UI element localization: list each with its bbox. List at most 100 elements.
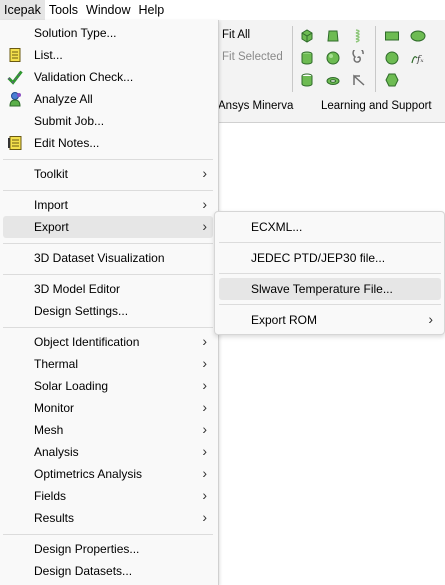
menu-item-fields[interactable]: Fields › bbox=[3, 485, 213, 507]
menu-item-object-identification[interactable]: Object Identification › bbox=[3, 331, 213, 353]
menu-item-solution-type[interactable]: Solution Type... bbox=[3, 22, 213, 44]
menu-item-label: Export bbox=[34, 220, 69, 234]
menu-item-optimetrics-analysis[interactable]: Optimetrics Analysis › bbox=[3, 463, 213, 485]
ribbon-group-learning[interactable]: Learning and Support bbox=[321, 100, 432, 112]
menu-window[interactable]: Window bbox=[82, 0, 134, 20]
menu-item-3d-model-editor[interactable]: 3D Model Editor bbox=[3, 278, 213, 300]
menu-tools[interactable]: Tools bbox=[45, 0, 82, 20]
cone-icon[interactable] bbox=[325, 28, 341, 44]
fit-selected-button[interactable]: Fit Selected bbox=[222, 51, 283, 63]
submenu-separator bbox=[219, 304, 441, 305]
menu-icepak[interactable]: Icepak bbox=[0, 0, 45, 20]
menu-item-analyze-all[interactable]: Analyze All bbox=[3, 88, 213, 110]
menu-item-label: Thermal bbox=[34, 357, 79, 371]
notes-icon bbox=[8, 136, 22, 150]
chevron-right-icon: › bbox=[202, 377, 207, 393]
menu-item-submit-job[interactable]: Submit Job... bbox=[3, 110, 213, 132]
submenu-item-label: JEDEC PTD/JEP30 file... bbox=[251, 251, 386, 265]
menu-item-list[interactable]: List... bbox=[3, 44, 213, 66]
spiral-icon[interactable] bbox=[351, 50, 367, 66]
submenu-item-label: Export ROM bbox=[251, 313, 318, 327]
chevron-right-icon: › bbox=[202, 465, 207, 481]
hollow-cylinder-icon[interactable] bbox=[299, 72, 315, 88]
menu-help[interactable]: Help bbox=[135, 0, 169, 20]
analyze-all-icon bbox=[9, 92, 21, 107]
chevron-right-icon: › bbox=[202, 196, 207, 212]
menu-item-label: Solution Type... bbox=[34, 26, 117, 40]
menu-item-export[interactable]: Export › bbox=[3, 216, 213, 238]
menu-separator bbox=[3, 243, 213, 244]
submenu-item-label: Slwave Temperature File... bbox=[251, 282, 393, 296]
menu-separator bbox=[3, 327, 213, 328]
menu-item-design-datasets[interactable]: Design Datasets... bbox=[3, 560, 213, 582]
menu-item-label: Design Datasets... bbox=[34, 564, 133, 578]
chevron-right-icon: › bbox=[428, 311, 433, 327]
menu-item-label: Toolkit bbox=[34, 167, 69, 181]
svg-text:fₓ: fₓ bbox=[416, 55, 424, 65]
helix-icon[interactable] bbox=[351, 28, 367, 44]
sphere-icon[interactable] bbox=[325, 50, 341, 66]
menu-separator bbox=[3, 190, 213, 191]
circle-icon[interactable] bbox=[384, 50, 400, 66]
list-icon bbox=[9, 48, 21, 62]
chevron-right-icon: › bbox=[202, 399, 207, 415]
menu-item-monitor[interactable]: Monitor › bbox=[3, 397, 213, 419]
menu-item-results[interactable]: Results › bbox=[3, 507, 213, 529]
menu-item-toolkit[interactable]: Toolkit › bbox=[3, 163, 213, 185]
torus-icon[interactable] bbox=[325, 72, 341, 88]
menu-item-label: 3D Model Editor bbox=[34, 282, 121, 296]
menu-item-label: Results bbox=[34, 511, 75, 525]
menu-separator bbox=[3, 274, 213, 275]
menu-item-label: Analyze All bbox=[34, 92, 93, 106]
menu-item-label: Design Properties... bbox=[34, 542, 140, 556]
menu-item-label: Import bbox=[34, 198, 69, 212]
equation-curve-icon[interactable]: fₓ bbox=[410, 50, 426, 66]
box-icon[interactable] bbox=[299, 28, 315, 44]
cylinder-icon[interactable] bbox=[299, 50, 315, 66]
submenu-separator bbox=[219, 242, 441, 243]
menu-item-design-properties[interactable]: Design Properties... bbox=[3, 538, 213, 560]
menu-item-label: Monitor bbox=[34, 401, 75, 415]
menu-separator bbox=[3, 534, 213, 535]
menu-item-design-settings[interactable]: Design Settings... bbox=[3, 300, 213, 322]
chevron-right-icon: › bbox=[202, 421, 207, 437]
polygon-icon[interactable] bbox=[384, 72, 400, 88]
submenu-item-ecxml[interactable]: ECXML... bbox=[219, 216, 441, 238]
ribbon-group-minerva[interactable]: Ansys Minerva bbox=[218, 100, 293, 112]
icepak-menu: Solution Type... List... Validation Chec… bbox=[0, 20, 219, 585]
menu-item-label: Fields bbox=[34, 489, 67, 503]
chevron-right-icon: › bbox=[202, 333, 207, 349]
menu-item-thermal[interactable]: Thermal › bbox=[3, 353, 213, 375]
menu-separator bbox=[3, 159, 213, 160]
export-submenu: ECXML... JEDEC PTD/JEP30 file... Slwave … bbox=[214, 211, 445, 335]
bondwire-icon[interactable] bbox=[351, 72, 367, 88]
submenu-item-slwave-temperature-file[interactable]: Slwave Temperature File... bbox=[219, 278, 441, 300]
ellipse-icon[interactable] bbox=[410, 28, 426, 44]
chevron-right-icon: › bbox=[202, 487, 207, 503]
menu-item-validation-check[interactable]: Validation Check... bbox=[3, 66, 213, 88]
menu-item-edit-notes[interactable]: Edit Notes... bbox=[3, 132, 213, 154]
ribbon-separator bbox=[375, 26, 376, 92]
menu-item-label: Edit Notes... bbox=[34, 136, 100, 150]
submenu-item-export-rom[interactable]: Export ROM › bbox=[219, 309, 441, 331]
menu-item-mesh[interactable]: Mesh › bbox=[3, 419, 213, 441]
chevron-right-icon: › bbox=[202, 218, 207, 234]
submenu-item-jedec-ptd[interactable]: JEDEC PTD/JEP30 file... bbox=[219, 247, 441, 269]
chevron-right-icon: › bbox=[202, 355, 207, 371]
menu-item-import[interactable]: Import › bbox=[3, 194, 213, 216]
rectangle-icon[interactable] bbox=[384, 28, 400, 44]
chevron-right-icon: › bbox=[202, 509, 207, 525]
menu-item-label: Analysis bbox=[34, 445, 79, 459]
checkmark-icon bbox=[7, 70, 23, 85]
menu-item-label: Solar Loading bbox=[34, 379, 109, 393]
menu-item-label: Mesh bbox=[34, 423, 64, 437]
chevron-right-icon: › bbox=[202, 443, 207, 459]
menu-item-label: List... bbox=[34, 48, 63, 62]
menu-item-3d-dataset-visualization[interactable]: 3D Dataset Visualization bbox=[3, 247, 213, 269]
menu-item-analysis[interactable]: Analysis › bbox=[3, 441, 213, 463]
menu-bar: Icepak Tools Window Help bbox=[0, 0, 445, 20]
menu-item-label: Object Identification bbox=[34, 335, 140, 349]
menu-item-solar-loading[interactable]: Solar Loading › bbox=[3, 375, 213, 397]
fit-all-button[interactable]: Fit All bbox=[222, 29, 250, 41]
chevron-right-icon: › bbox=[202, 165, 207, 181]
